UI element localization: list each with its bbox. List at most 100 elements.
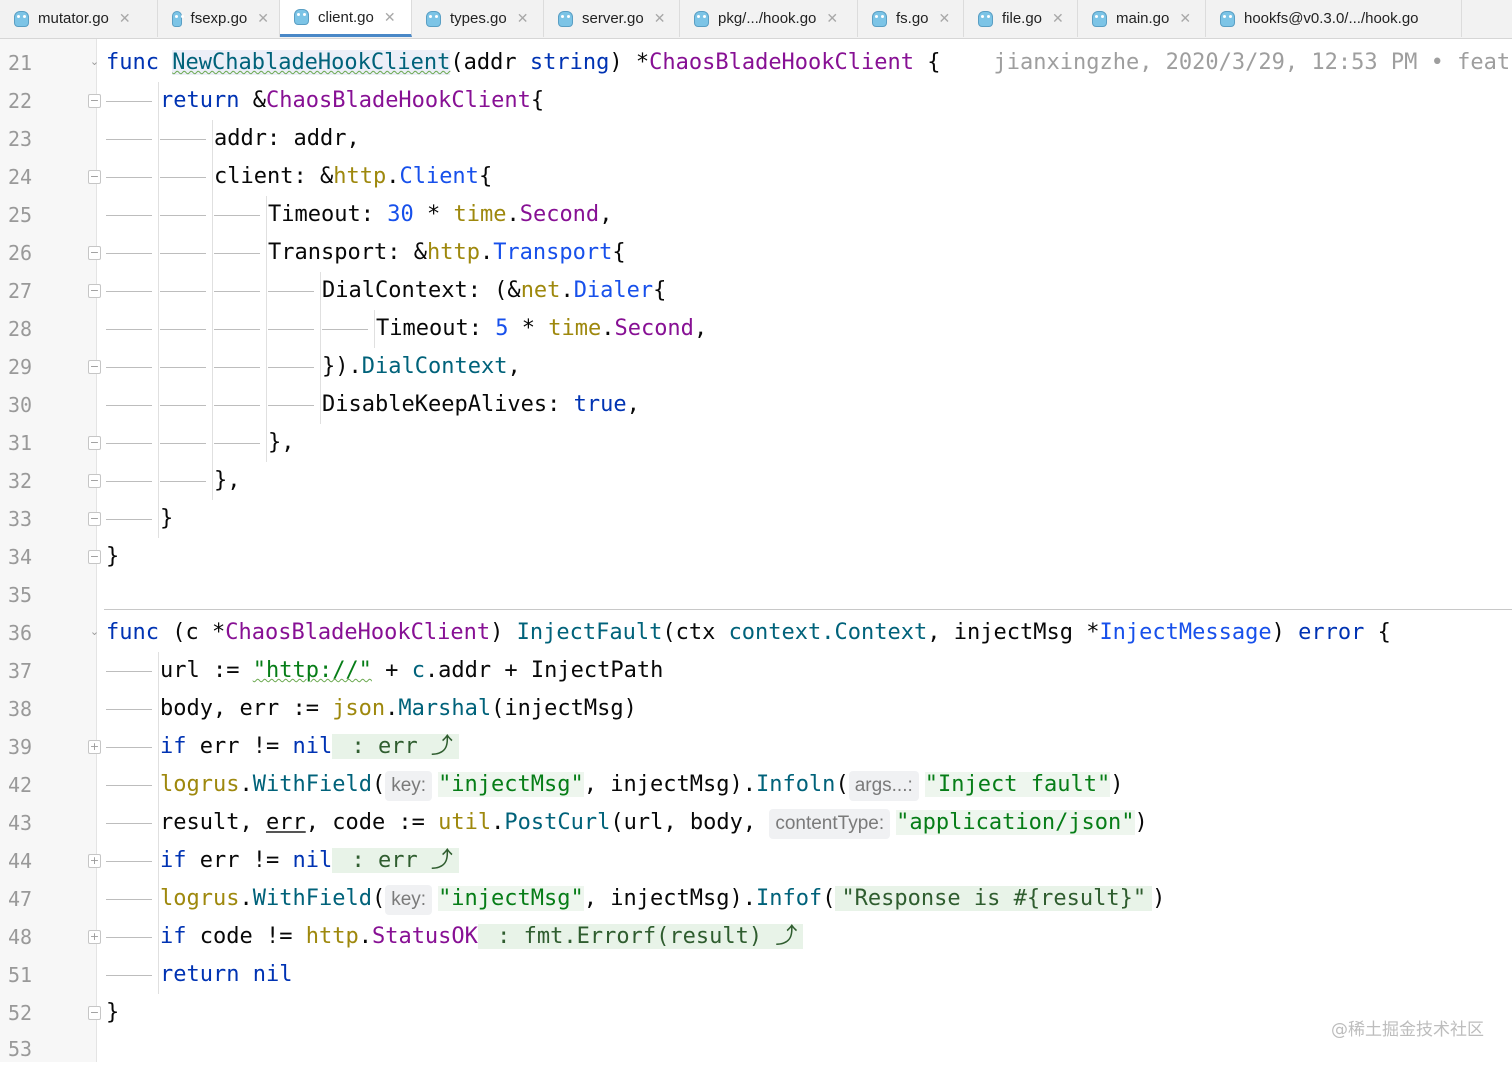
keyword: func — [106, 620, 159, 645]
close-icon[interactable]: ✕ — [826, 10, 838, 27]
code-line-44[interactable]: 44 + if err != nil : err ⤴ — [0, 842, 1512, 880]
constant-name[interactable]: Second — [614, 316, 693, 341]
tab-pkg-hook-go[interactable]: pkg/.../hook.go ✕ — [680, 0, 858, 37]
method-name[interactable]: Marshal — [398, 696, 491, 721]
type-name[interactable]: context.Context — [729, 620, 928, 645]
code-line-23[interactable]: 23 addr: addr, — [0, 120, 1512, 158]
function-name[interactable]: NewChabladeHookClient — [172, 50, 451, 75]
code-line-30[interactable]: 30 DisableKeepAlives: true, — [0, 386, 1512, 424]
fold-marker-icon[interactable]: − — [88, 474, 101, 488]
folded-region[interactable]: : err ⤴ — [332, 734, 459, 759]
tab-mutator-go[interactable]: mutator.go ✕ — [0, 0, 158, 37]
type-name[interactable]: ChaosBladeHookClient — [225, 620, 490, 645]
method-name[interactable]: DialContext — [362, 354, 508, 379]
code-text: , — [599, 202, 613, 227]
code-line-28[interactable]: 28 Timeout: 5 * time.Second, — [0, 310, 1512, 348]
constant-name[interactable]: Second — [520, 202, 599, 227]
code-line-32[interactable]: 32 − }, — [0, 462, 1512, 500]
package-name: http — [426, 240, 480, 265]
code-line-35[interactable]: 35 — [0, 576, 1512, 614]
fold-marker-icon[interactable]: − — [88, 170, 101, 184]
code-line-27[interactable]: 27 − DialContext: (&net.Dialer{ — [0, 272, 1512, 310]
code-line-22[interactable]: 22 − return &ChaosBladeHookClient{ — [0, 82, 1512, 120]
close-icon[interactable]: ✕ — [257, 10, 269, 27]
parameter-hint: key: — [385, 771, 433, 801]
fold-marker-icon[interactable]: − — [88, 550, 101, 564]
type-name[interactable]: ChaosBladeHookClient — [649, 50, 914, 75]
tab-fs-go[interactable]: fs.go ✕ — [858, 0, 964, 37]
tab-label: pkg/.../hook.go — [718, 10, 817, 27]
code-line-31[interactable]: 31 − }, — [0, 424, 1512, 462]
code-line-34[interactable]: 34 − } — [0, 538, 1512, 576]
fold-marker-icon[interactable]: ⌄ — [88, 626, 101, 640]
tab-file-go[interactable]: file.go ✕ — [964, 0, 1078, 37]
fold-marker-icon[interactable]: + — [88, 854, 101, 868]
fold-marker-icon[interactable]: ⌄ — [88, 56, 101, 70]
method-name[interactable]: Infoln — [756, 772, 835, 797]
type-name[interactable]: Transport — [493, 240, 612, 265]
code-line-48[interactable]: 48 + if code != http.StatusOK : fmt.Erro… — [0, 918, 1512, 956]
code-line-37[interactable]: 37 url := "http://" + c.addr + InjectPat… — [0, 652, 1512, 690]
line-number: 35 — [8, 583, 33, 607]
code-text: } — [106, 1000, 120, 1025]
tab-fsexp-go[interactable]: fsexp.go ✕ — [158, 0, 280, 37]
code-line-29[interactable]: 29 − }).DialContext, — [0, 348, 1512, 386]
code-line-36[interactable]: 36 ⌄ func (c *ChaosBladeHookClient) Inje… — [0, 614, 1512, 652]
fold-marker-icon[interactable]: − — [88, 1006, 101, 1020]
tab-main-go[interactable]: main.go ✕ — [1078, 0, 1206, 37]
fold-marker-icon[interactable]: − — [88, 360, 101, 374]
code-line-33[interactable]: 33 − } — [0, 500, 1512, 538]
line-number: 39 — [8, 735, 33, 759]
close-icon[interactable]: ✕ — [939, 10, 951, 27]
close-icon[interactable]: ✕ — [1179, 10, 1191, 27]
close-icon[interactable]: ✕ — [119, 10, 131, 27]
code-line-43[interactable]: 43 result, err, code := util.PostCurl(ur… — [0, 804, 1512, 842]
git-blame-annotation[interactable]: jianxingzhe, 2020/3/29, 12:53 PM • feat — [994, 50, 1511, 75]
gopher-icon — [694, 10, 709, 27]
close-icon[interactable]: ✕ — [517, 10, 529, 27]
fold-marker-icon[interactable]: − — [88, 246, 101, 260]
fold-marker-icon[interactable]: + — [88, 740, 101, 754]
code-line-25[interactable]: 25 Timeout: 30 * time.Second, — [0, 196, 1512, 234]
type-name[interactable]: InjectMessage — [1099, 620, 1271, 645]
close-icon[interactable]: ✕ — [1052, 10, 1064, 27]
fold-marker-icon[interactable]: + — [88, 930, 101, 944]
code-line-21[interactable]: 21 ⌄ func NewChabladeHookClient(addr str… — [0, 44, 1512, 82]
method-name[interactable]: Infof — [756, 886, 822, 911]
code-line-42[interactable]: 42 logrus.WithField(key: "injectMsg", inj… — [0, 766, 1512, 804]
type-name[interactable]: Dialer — [574, 278, 653, 303]
close-icon[interactable]: ✕ — [654, 10, 666, 27]
fold-marker-icon[interactable]: − — [88, 284, 101, 298]
code-line-38[interactable]: 38 body, err := json.Marshal(injectMsg) — [0, 690, 1512, 728]
method-name[interactable]: PostCurl — [504, 810, 610, 835]
fold-marker-icon[interactable]: − — [88, 436, 101, 450]
code-line-26[interactable]: 26 − Transport: &http.Transport{ — [0, 234, 1512, 272]
code-line-47[interactable]: 47 logrus.WithField(key: "injectMsg", inj… — [0, 880, 1512, 918]
type-name[interactable]: Client — [399, 164, 478, 189]
line-number: 36 — [8, 621, 33, 645]
line-number: 38 — [8, 697, 33, 721]
fold-marker-icon[interactable]: − — [88, 94, 101, 108]
string-literal: "Inject fault" — [924, 772, 1111, 797]
tab-types-go[interactable]: types.go ✕ — [412, 0, 544, 37]
code-line-52[interactable]: 52 − } — [0, 994, 1512, 1032]
fold-marker-icon[interactable]: − — [88, 512, 101, 526]
tab-server-go[interactable]: server.go ✕ — [544, 0, 680, 37]
variable-name[interactable]: err — [266, 810, 306, 835]
method-name[interactable]: WithField — [253, 886, 372, 911]
code-text: , — [626, 392, 640, 417]
folded-region[interactable]: : fmt.Errorf(result) ⤴ — [477, 924, 804, 949]
code-line-39[interactable]: 39 + if err != nil : err ⤴ — [0, 728, 1512, 766]
tab-hookfs-hook-go[interactable]: hookfs@v0.3.0/.../hook.go — [1206, 0, 1462, 37]
tab-client-go[interactable]: client.go ✕ — [280, 0, 412, 37]
function-name[interactable]: InjectFault — [517, 620, 663, 645]
code-line-51[interactable]: 51 return nil — [0, 956, 1512, 994]
package-name: net — [520, 278, 561, 303]
type-name[interactable]: ChaosBladeHookClient — [266, 88, 531, 113]
code-line-24[interactable]: 24 − client: &http.Client{ — [0, 158, 1512, 196]
constant-name[interactable]: StatusOK — [372, 924, 478, 949]
folded-region[interactable]: : err ⤴ — [332, 848, 459, 873]
method-name[interactable]: WithField — [253, 772, 372, 797]
close-icon[interactable]: ✕ — [384, 9, 396, 26]
code-line-53[interactable]: 53 — [0, 1030, 1512, 1068]
